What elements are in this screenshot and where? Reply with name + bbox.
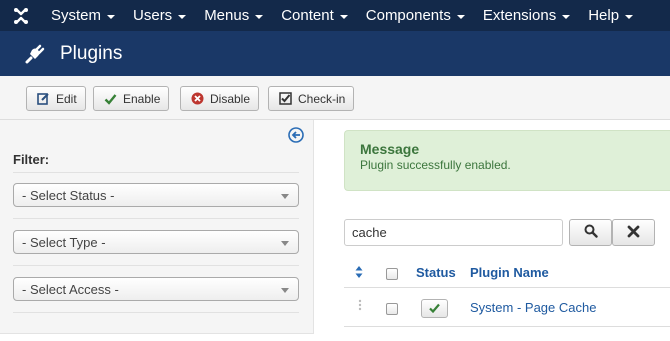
nav-menus[interactable]: Menus [195, 0, 272, 31]
search-input[interactable] [344, 219, 563, 246]
nav-help[interactable]: Help [579, 0, 642, 31]
status-select[interactable]: - Select Status - [13, 183, 299, 207]
check-icon [429, 301, 440, 316]
select-all-checkbox[interactable] [386, 268, 398, 280]
message-title: Message [360, 141, 420, 157]
caret-down-icon [625, 14, 634, 19]
enable-button[interactable]: Enable [93, 86, 170, 111]
dropdown-arrow-icon [281, 194, 289, 199]
type-select[interactable]: - Select Type - [13, 230, 299, 254]
message-text: Plugin successfully enabled. [360, 158, 511, 172]
top-navbar: System Users Menus Content Components Ex… [0, 0, 670, 31]
success-message: Message Plugin successfully enabled. [344, 130, 670, 191]
close-icon [627, 225, 640, 241]
nav-users[interactable]: Users [124, 0, 195, 31]
nav-components[interactable]: Components [357, 0, 474, 31]
checkbox-icon [278, 92, 292, 106]
disable-icon [190, 92, 204, 106]
table-divider [344, 287, 670, 288]
caret-down-icon [107, 14, 116, 19]
edit-button[interactable]: Edit [26, 86, 86, 111]
dropdown-arrow-icon [281, 288, 289, 293]
caret-down-icon [255, 14, 264, 19]
page-title: Plugins [60, 42, 123, 64]
caret-down-icon [456, 14, 465, 19]
sort-ordering-icon[interactable] [355, 265, 363, 279]
nav-system[interactable]: System [42, 0, 124, 31]
access-select[interactable]: - Select Access - [13, 277, 299, 301]
filter-label: Filter: [13, 152, 50, 167]
edit-icon [36, 92, 50, 106]
plugin-name-link[interactable]: System - Page Cache [470, 300, 596, 315]
joomla-logo-icon[interactable] [0, 0, 42, 31]
collapse-sidebar-icon[interactable] [288, 127, 304, 143]
caret-down-icon [339, 14, 348, 19]
plugin-name-column-header[interactable]: Plugin Name [470, 265, 549, 280]
page-header: Plugins [0, 31, 670, 76]
plug-icon [22, 41, 48, 67]
divider [13, 172, 299, 173]
caret-down-icon [178, 14, 187, 19]
nav-content[interactable]: Content [272, 0, 357, 31]
divider [13, 265, 299, 266]
status-column-header[interactable]: Status [416, 265, 456, 280]
checkin-button[interactable]: Check-in [268, 86, 355, 111]
nav-extensions[interactable]: Extensions [474, 0, 579, 31]
drag-handle-icon[interactable] [358, 299, 362, 311]
status-toggle-button[interactable] [421, 299, 448, 318]
toolbar: Edit Enable Disable Check-in [0, 76, 670, 120]
dropdown-arrow-icon [281, 241, 289, 246]
search-button[interactable] [569, 219, 612, 246]
filter-sidebar: Filter: - Select Status - - Select Type … [0, 120, 314, 334]
caret-down-icon [562, 14, 571, 19]
divider [13, 218, 299, 219]
search-icon [584, 224, 598, 241]
disable-button[interactable]: Disable [180, 86, 260, 111]
clear-search-button[interactable] [612, 219, 655, 246]
check-icon [103, 92, 117, 106]
table-divider [344, 326, 670, 327]
divider [13, 312, 299, 313]
row-checkbox[interactable] [386, 303, 398, 315]
